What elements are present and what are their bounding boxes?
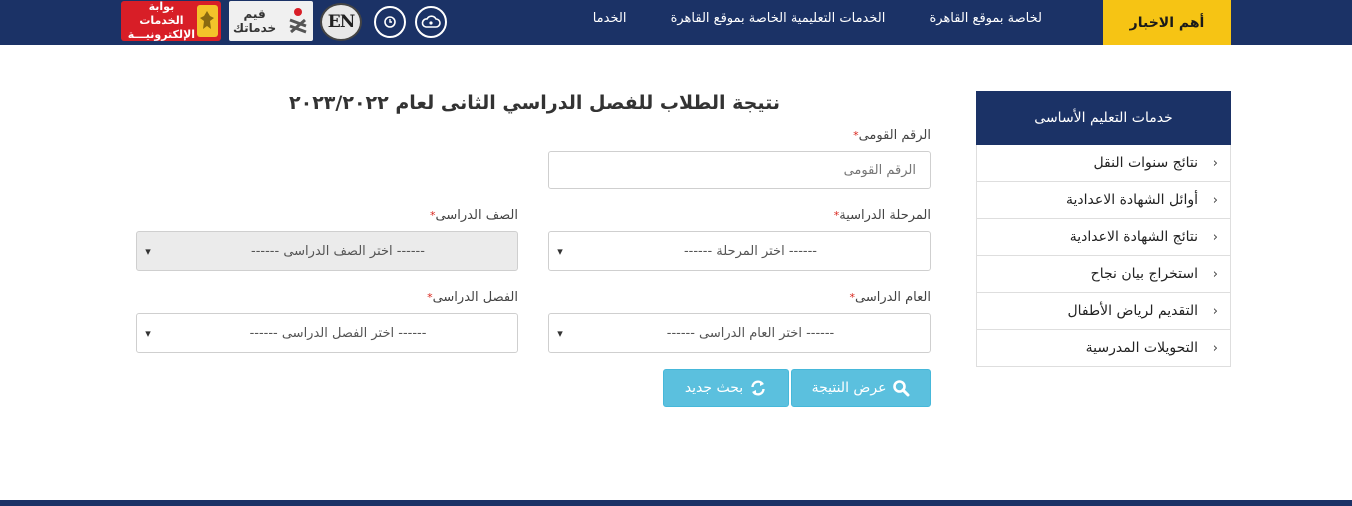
term-selected-value: ------ اختر الفصل الدراسى ------	[249, 325, 427, 341]
search-icon	[893, 380, 910, 397]
sidebar-item-prep-top-students[interactable]: ‹ أوائل الشهادة الاعدادية	[976, 182, 1231, 219]
term-select[interactable]: ------ اختر الفصل الدراسى ------ ▾	[136, 313, 518, 353]
ticker-item[interactable]: الخدما	[593, 11, 627, 26]
clock-icon[interactable]	[374, 6, 406, 38]
refresh-icon	[751, 380, 765, 396]
egypt-e-services-portal-logo[interactable]: بوابة الخدمات الإلكترونيـــة	[121, 0, 221, 41]
egypt-eagle-icon	[196, 5, 218, 37]
year-label: العام الدراسى*	[849, 290, 931, 305]
chevron-left-icon: ‹	[1212, 340, 1218, 356]
sidebar-item-label: نتائج سنوات النقل	[1093, 155, 1198, 171]
show-result-button[interactable]: عرض النتيجة	[791, 369, 931, 407]
qayem-khadamatak-logo[interactable]: قيم خدماتك	[229, 1, 313, 41]
year-select[interactable]: ------ اختر العام الدراسى ------ ▾	[548, 313, 931, 353]
new-search-label: بحث جديد	[684, 380, 744, 396]
sidebar-item-label: استخراج بيان نجاح	[1090, 266, 1198, 282]
sidebar-item-label: نتائج الشهادة الاعدادية	[1069, 229, 1198, 245]
national-id-label: الرقم القومى*	[853, 128, 931, 143]
footer-bar	[0, 500, 1352, 506]
stage-label: المرحلة الدراسية*	[833, 208, 931, 223]
new-search-button[interactable]: بحث جديد	[663, 369, 789, 407]
chevron-left-icon: ‹	[1212, 155, 1218, 171]
english-language-logo[interactable]: EN	[320, 3, 362, 41]
chevron-left-icon: ‹	[1212, 192, 1218, 208]
qayem-mark-icon	[289, 8, 307, 34]
sidebar-item-kindergarten-apply[interactable]: ‹ التقديم لرياض الأطفال	[976, 293, 1231, 330]
grade-select[interactable]: ------ اختر الصف الدراسى ------ ▾	[136, 231, 518, 271]
gov-logo-text: بوابة الخدمات الإلكترونيـــة	[127, 0, 196, 41]
sidebar-item-transfer-results[interactable]: ‹ نتائج سنوات النقل	[976, 145, 1231, 182]
sidebar-item-label: التحويلات المدرسية	[1085, 340, 1198, 356]
chevron-down-icon: ▾	[145, 326, 151, 340]
top-navbar: أهم الاخبار لخاصة بموقع القاهرة الخدمات …	[0, 0, 1352, 45]
stage-select[interactable]: ------ اختر المرحلة ------ ▾	[548, 231, 931, 271]
national-id-input[interactable]	[548, 151, 931, 189]
term-label: الفصل الدراسى*	[427, 290, 518, 305]
sidebar: خدمات التعليم الأساسى ‹ نتائج سنوات النق…	[976, 91, 1231, 367]
stage-selected-value: ------ اختر المرحلة ------	[683, 243, 817, 259]
news-ticker: لخاصة بموقع القاهرة الخدمات التعليمية ال…	[470, 0, 1090, 38]
chevron-down-icon: ▾	[145, 244, 151, 258]
ticker-item[interactable]: الخدمات التعليمية الخاصة بموقع القاهرة	[671, 11, 886, 26]
qayem-logo-text: قيم خدماتك	[233, 7, 277, 35]
chevron-down-icon: ▾	[557, 244, 563, 258]
year-selected-value: ------ اختر العام الدراسى ------	[666, 325, 835, 341]
chevron-down-icon: ▾	[557, 326, 563, 340]
sidebar-item-success-statement[interactable]: ‹ استخراج بيان نجاح	[976, 256, 1231, 293]
sidebar-item-label: أوائل الشهادة الاعدادية	[1066, 192, 1198, 208]
news-button[interactable]: أهم الاخبار	[1103, 0, 1231, 45]
chevron-left-icon: ‹	[1212, 266, 1218, 282]
sidebar-item-prep-results[interactable]: ‹ نتائج الشهادة الاعدادية	[976, 219, 1231, 256]
page-title: نتيجة الطلاب للفصل الدراسي الثانى لعام ٢…	[289, 92, 780, 114]
show-result-label: عرض النتيجة	[811, 380, 887, 396]
cloud-icon[interactable]	[415, 6, 447, 38]
sidebar-item-label: التقديم لرياض الأطفال	[1067, 303, 1198, 319]
chevron-left-icon: ‹	[1212, 303, 1218, 319]
sidebar-title: خدمات التعليم الأساسى	[976, 91, 1231, 145]
sidebar-item-school-transfers[interactable]: ‹ التحويلات المدرسية	[976, 330, 1231, 367]
chevron-left-icon: ‹	[1212, 229, 1218, 245]
grade-label: الصف الدراسى*	[430, 208, 518, 223]
grade-selected-value: ------ اختر الصف الدراسى ------	[251, 243, 425, 259]
ticker-item[interactable]: لخاصة بموقع القاهرة	[929, 11, 1042, 26]
